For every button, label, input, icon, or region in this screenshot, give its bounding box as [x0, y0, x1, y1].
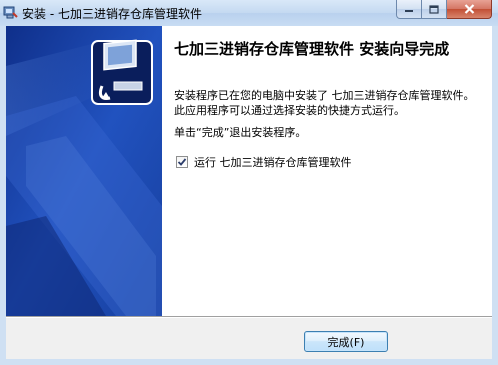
installer-window: 安装 - 七加三进销存仓库管理软件 七加三进销存仓库管理软件 安装向导完成 安装…	[0, 0, 498, 365]
wizard-content-panel: 七加三进销存仓库管理软件 安装向导完成 安装程序已在您的电脑中安装了 七加三进销…	[162, 26, 492, 316]
checkmark-icon	[177, 158, 187, 166]
maximize-icon	[429, 4, 439, 14]
window-title: 安装 - 七加三进销存仓库管理软件	[22, 7, 202, 21]
window-controls	[396, 0, 492, 20]
finish-hint: 单击“完成”退出安装程序。	[174, 126, 307, 139]
minimize-icon	[405, 10, 413, 12]
installer-icon[interactable]	[2, 4, 18, 20]
run-app-option[interactable]: 运行 七加三进销存仓库管理软件	[176, 154, 352, 170]
installer-computer-icon	[91, 39, 153, 105]
completion-description: 安装程序已在您的电脑中安装了 七加三进销存仓库管理软件。此应用程序可以通过选择安…	[174, 89, 475, 117]
page-title: 七加三进销存仓库管理软件 安装向导完成	[174, 40, 450, 58]
minimize-button[interactable]	[396, 0, 422, 19]
finish-button[interactable]: 完成(F)	[304, 331, 388, 352]
wizard-banner	[6, 26, 162, 316]
wizard-client-area: 七加三进销存仓库管理软件 安装向导完成 安装程序已在您的电脑中安装了 七加三进销…	[6, 26, 492, 359]
banner-graphic	[6, 26, 162, 316]
title-bar[interactable]: 安装 - 七加三进销存仓库管理软件	[0, 0, 498, 26]
run-app-checkbox[interactable]	[176, 156, 188, 168]
close-icon	[464, 4, 474, 14]
maximize-button[interactable]	[422, 0, 447, 19]
close-button[interactable]	[447, 0, 492, 19]
divider-highlight	[6, 317, 492, 318]
run-app-label[interactable]: 运行 七加三进销存仓库管理软件	[194, 154, 352, 170]
